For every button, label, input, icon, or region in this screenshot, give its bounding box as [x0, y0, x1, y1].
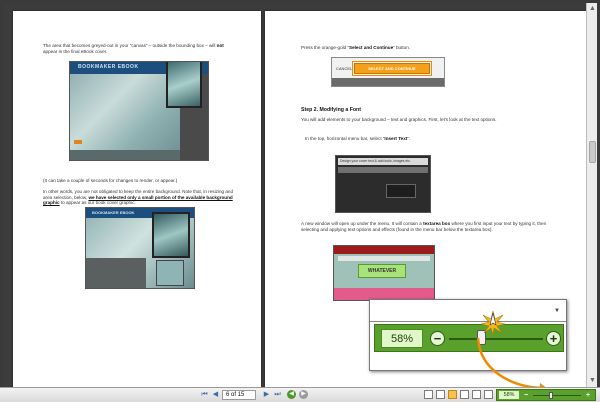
paragraph-render-note: (It can take a couple of seconds for cha… — [43, 178, 178, 183]
zoom-slider-track[interactable] — [533, 395, 581, 396]
resize-handle-orange — [74, 140, 82, 144]
bounding-box — [152, 212, 190, 258]
zoom-in-button[interactable]: + — [546, 331, 561, 346]
paragraph-select-continue: Press the orange-gold “Select and Contin… — [301, 45, 561, 51]
paragraph-greyed-area: The area that becomes greyed-out in your… — [43, 43, 233, 54]
first-page-icon[interactable]: ⏮ — [200, 390, 209, 399]
highlight-box — [352, 61, 432, 76]
scroll-up-icon[interactable]: ▲ — [588, 4, 597, 14]
selected-piece — [156, 260, 184, 286]
screenshot-text-panel — [386, 184, 416, 198]
continuous-view-icon[interactable] — [436, 390, 445, 399]
two-page-continuous-view-icon[interactable] — [460, 390, 469, 399]
zoom-slider-thumb[interactable] — [549, 392, 553, 399]
paragraph-text: The area that becomes greyed-out in your… — [43, 43, 216, 48]
screenshot-insert-text-menu: Design your cover text & add tools, imag… — [335, 155, 431, 213]
zoom-out-button[interactable]: − — [430, 331, 445, 346]
back-icon[interactable]: ◀ — [287, 390, 296, 399]
greyed-area — [86, 258, 146, 288]
greyed-bottom — [70, 150, 180, 160]
paragraph-bold: textarea box — [423, 221, 451, 226]
screenshot-canvas-bounding-box: BOOKMAKER EBOOK — [69, 61, 209, 161]
callout-top-strip: ▼ — [370, 300, 566, 322]
document-canvas[interactable]: The area that becomes greyed-out in your… — [3, 3, 586, 387]
previous-page-icon[interactable]: ◀ — [211, 390, 220, 399]
paragraph-text-end: appear in the final eBook cover. — [43, 48, 108, 54]
screenshot-bottom-strip — [332, 78, 444, 86]
forward-icon[interactable]: ▶ — [299, 390, 308, 399]
screenshot-select-continue: CANCEL SELECT AND CONTINUE — [331, 57, 445, 87]
screenshot-textarea: WHATEVER — [333, 245, 435, 301]
scrollbar-thumb[interactable] — [589, 141, 596, 163]
full-screen-icon[interactable] — [484, 390, 493, 399]
vertical-scrollbar[interactable]: ▲ ▼ — [586, 3, 597, 387]
fit-width-icon[interactable] — [472, 390, 481, 399]
screenshot-menu-bar — [338, 167, 428, 173]
paragraph-text: In the top, horizontal menu bar, select … — [305, 136, 385, 141]
bounding-box — [166, 62, 202, 108]
single-page-view-icon[interactable] — [424, 390, 433, 399]
two-page-view-icon[interactable] — [448, 390, 457, 399]
zoom-slider-callout: ▼ 58% − + — [369, 299, 567, 371]
screenshot-toolbar — [338, 256, 430, 261]
paragraph-add-elements: You will add elements to your background… — [301, 117, 497, 122]
zoom-out-button[interactable]: − — [524, 392, 528, 399]
zoom-percent-field[interactable]: 58% — [381, 329, 423, 348]
click-burst-icon — [481, 311, 505, 335]
paragraph-text-end: ” button. — [393, 45, 411, 50]
zoom-control: 58% − + — [496, 389, 596, 401]
pdf-viewer-window: The area that becomes greyed-out in your… — [0, 0, 600, 402]
screenshot-menu-title: Design your cover text & add tools, imag… — [338, 158, 428, 165]
zoom-slider-track[interactable] — [449, 338, 543, 340]
zoom-in-button[interactable]: + — [586, 392, 590, 399]
screenshot-cancel-label: CANCEL — [336, 66, 353, 71]
zoom-control-magnified: 58% − + — [374, 311, 564, 352]
screenshot-logo-text: BOOKMAKER EBOOK — [92, 210, 135, 215]
step-heading: Step 2. Modifying a Font — [301, 107, 361, 113]
scroll-down-icon[interactable]: ▼ — [588, 376, 597, 386]
screenshot-selected-portion: BOOKMAKER EBOOK — [85, 207, 195, 289]
screenshot-header-bar — [334, 246, 434, 254]
paragraph-textarea-box: A new window will open up under the menu… — [301, 221, 563, 232]
paragraph-text: A new window will open up under the menu… — [301, 221, 422, 226]
paragraph-text: Press the orange-gold “ — [301, 45, 350, 50]
paragraph-text-end: to appear as our book cover graphic: — [60, 200, 136, 206]
paragraph-bold: Select and Continue — [349, 45, 394, 50]
bottom-navigation-toolbar: ⏮ ◀ 6 of 15 ▶ ⏭ ◀ ▶ 58% − + — [0, 387, 600, 402]
next-page-icon[interactable]: ▶ — [262, 390, 271, 399]
last-page-icon[interactable]: ⏭ — [273, 390, 282, 399]
paragraph-bold: not — [216, 43, 224, 48]
screenshot-textarea-box: WHATEVER — [358, 264, 406, 278]
page-number-field[interactable]: 6 of 15 — [222, 390, 256, 400]
screenshot-logo-text: BOOKMAKER EBOOK — [78, 64, 139, 70]
dropdown-arrow-icon: ▼ — [554, 308, 560, 314]
paragraph-text-end: ”: — [407, 136, 411, 141]
document-page-left: The area that becomes greyed-out in your… — [13, 11, 261, 387]
zoom-percent-field[interactable]: 58% — [499, 391, 519, 399]
paragraph-insert-text: In the top, horizontal menu bar, select … — [305, 136, 555, 142]
paragraph-not-obligated: In other words, you are not obligated to… — [43, 189, 235, 206]
paragraph-bold: Insert Text — [384, 136, 408, 141]
